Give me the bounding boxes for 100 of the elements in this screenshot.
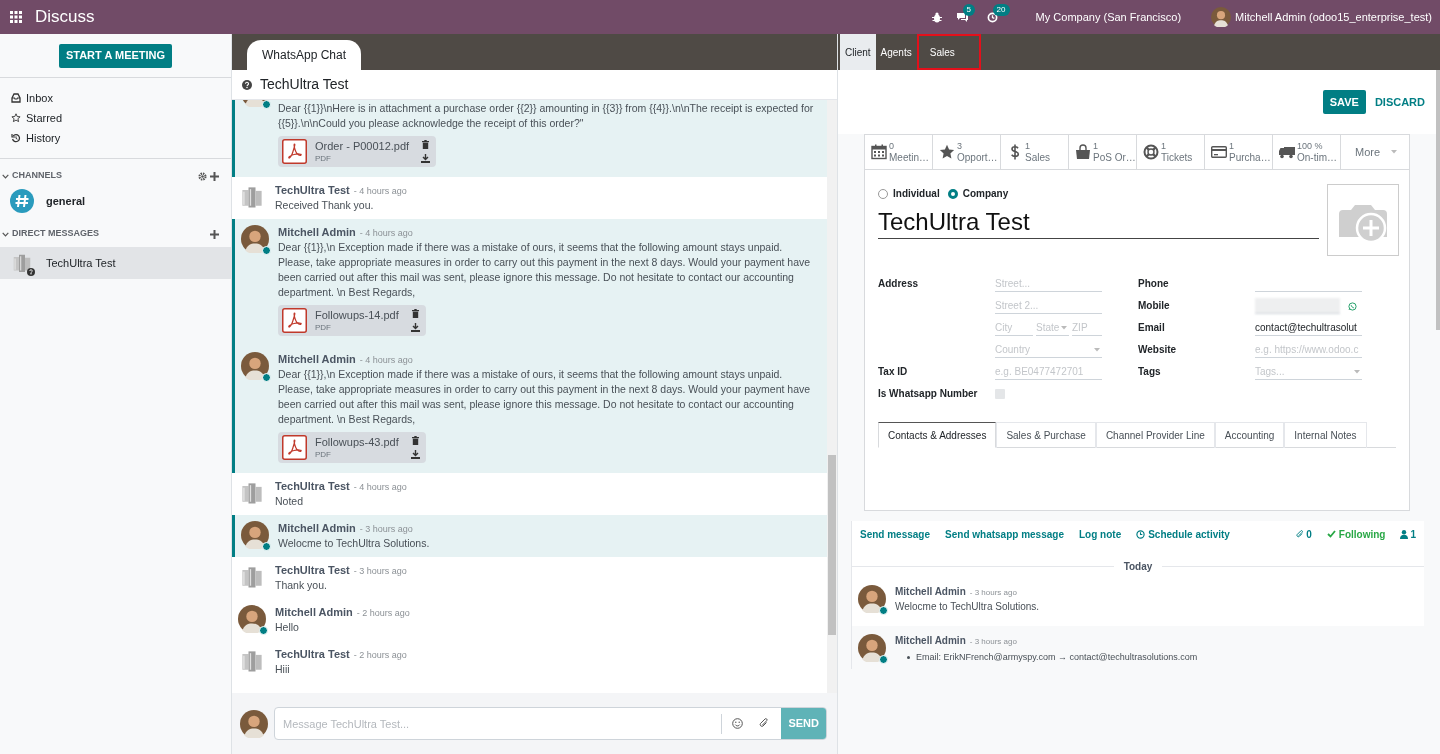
checkbox[interactable] xyxy=(995,389,1005,399)
trash-icon[interactable] xyxy=(411,309,419,318)
input-field[interactable]: ZIP xyxy=(1072,320,1102,335)
stat-value: 1 xyxy=(1093,141,1099,152)
message-time: - 3 hours ago xyxy=(359,523,413,536)
section-header[interactable]: CHANNELS xyxy=(12,169,62,183)
attachment-card[interactable]: Followups-14.pdf PDF xyxy=(278,305,426,336)
stat-label: Tickets xyxy=(1161,152,1193,163)
stat-label: Opport… xyxy=(957,152,998,163)
lifebuoy-icon xyxy=(1143,144,1159,160)
settings-icon[interactable] xyxy=(198,171,207,181)
user-avatar xyxy=(240,709,268,738)
start-meeting-button[interactable]: START A MEETING xyxy=(58,43,173,68)
paperclip-icon[interactable] xyxy=(759,718,770,729)
emoji-icon[interactable] xyxy=(732,718,744,729)
person-icon xyxy=(1400,529,1409,539)
bullet-icon xyxy=(907,655,910,659)
smart-button[interactable]: 100 % On-tim… xyxy=(1273,135,1341,169)
mailbox-item[interactable]: History xyxy=(26,129,61,147)
download-icon[interactable] xyxy=(410,323,420,332)
activity-count-badge: 20 xyxy=(992,3,1010,16)
smart-button[interactable]: 1 Sales xyxy=(1001,135,1069,169)
company-switcher[interactable]: My Company (San Francisco) xyxy=(1035,8,1182,26)
clock-icon xyxy=(1136,529,1146,539)
app-menu-icon[interactable] xyxy=(10,11,22,23)
user-menu[interactable]: Mitchell Admin (odoo15_enterprise_test) xyxy=(1235,8,1432,26)
save-button[interactable]: SAVE xyxy=(1322,90,1366,114)
notebook-tab[interactable]: Channel Provider Line xyxy=(1095,422,1215,448)
scrollbar-thumb[interactable] xyxy=(828,455,836,635)
notebook-tab[interactable]: Internal Notes xyxy=(1284,422,1367,448)
message-time: - 4 hours ago xyxy=(353,185,407,198)
star-icon xyxy=(939,144,955,160)
paperclip-icon xyxy=(1296,529,1305,539)
user-avatar xyxy=(238,605,266,633)
mailbox-item[interactable]: Starred xyxy=(26,109,63,127)
author-name: TechUltra Test xyxy=(275,479,350,493)
mailbox-item[interactable]: Inbox xyxy=(26,89,53,107)
direct-message-item[interactable]: TechUltra Test xyxy=(0,247,231,279)
input-field[interactable]: State xyxy=(1036,320,1069,335)
record-tab[interactable]: Agents xyxy=(875,34,917,70)
input-field[interactable]: e.g. BE0477472701 xyxy=(995,364,1102,379)
field-label: Is Whatsapp Number xyxy=(878,387,979,401)
name-field[interactable]: TechUltra Test xyxy=(878,207,1319,239)
download-icon[interactable] xyxy=(410,450,420,459)
check-icon xyxy=(1326,530,1336,538)
follower-count[interactable]: 1 xyxy=(1410,526,1416,542)
record-tab[interactable]: Sales xyxy=(916,34,981,70)
scrollbar-thumb[interactable] xyxy=(1436,70,1440,330)
input-field[interactable]: Country xyxy=(995,342,1102,357)
message-text: Dear {{1}},\n Exception made if there was a mistake of ours, it seems that the following amount stays unpaid. Please, take appropriate measures in order to carry out this payment in the next 8 days. Would your payment have been carried out after this mail was sent, please ignore this message. Do not hesitate to contact our accounting department. \n Best Regards, xyxy=(278,367,812,427)
input-field[interactable]: Street 2... xyxy=(995,298,1102,313)
chatter-action-link[interactable]: Send message xyxy=(860,526,931,542)
discard-button[interactable]: DISCARD xyxy=(1367,90,1432,114)
trash-icon[interactable] xyxy=(422,140,430,149)
chat-tab[interactable]: WhatsApp Chat xyxy=(247,40,362,70)
smart-button[interactable]: 1 Tickets xyxy=(1137,135,1205,169)
notebook-tab[interactable]: Contacts & Addresses xyxy=(878,422,997,448)
notebook-tab[interactable]: Accounting xyxy=(1214,422,1285,448)
record-tab[interactable]: Client xyxy=(840,34,876,70)
smart-button[interactable]: 1 PoS Or… xyxy=(1069,135,1137,169)
attachment-count[interactable]: 0 xyxy=(1306,526,1312,542)
author-name: TechUltra Test xyxy=(275,647,350,661)
attachment-card[interactable]: Followups-43.pdf PDF xyxy=(278,432,426,463)
chat-icon[interactable] xyxy=(955,11,969,23)
input-field[interactable]: contact@techultrasolut xyxy=(1255,320,1362,335)
smart-button[interactable]: More xyxy=(1341,135,1409,169)
smart-button[interactable]: 1 Purcha… xyxy=(1205,135,1273,169)
trash-icon[interactable] xyxy=(411,436,419,445)
stat-value: 1 xyxy=(1161,141,1167,152)
smart-button[interactable]: 0 Meetin… xyxy=(865,135,933,169)
clock-icon[interactable] xyxy=(986,11,998,23)
truck-icon xyxy=(1279,144,1295,160)
message-time: - 3 hours ago xyxy=(969,636,1017,648)
message-text: Dear {{1}}\nHere is in attachment a purchase order {{2}} amounting in {{3}} from {{4}}.\n\nThe receipt is expected for {{5}}.\n\nCould you please acknowledge the receipt of this order?" xyxy=(278,101,815,131)
section-header[interactable]: DIRECT MESSAGES xyxy=(12,227,99,241)
pdf-file-icon xyxy=(282,435,307,460)
stat-label: Purcha… xyxy=(1229,152,1271,163)
plus-icon[interactable] xyxy=(210,171,219,181)
input-field[interactable]: City xyxy=(995,320,1033,335)
chatter-action-link[interactable]: Schedule activity xyxy=(1148,526,1230,542)
input-field[interactable]: e.g. https://www.odoo.c xyxy=(1255,342,1362,357)
chatter-action-link[interactable]: Log note xyxy=(1079,526,1122,542)
plus-icon[interactable] xyxy=(210,229,219,239)
scrollbar[interactable] xyxy=(827,100,837,693)
bug-icon[interactable] xyxy=(931,11,942,23)
chatter-action-link[interactable]: Send whatsapp message xyxy=(945,526,1064,542)
following-toggle[interactable]: Following xyxy=(1338,526,1386,542)
smart-button[interactable]: 3 Opport… xyxy=(933,135,1001,169)
notebook-tab[interactable]: Sales & Purchase xyxy=(996,422,1096,448)
attachment-card[interactable]: Order - P00012.pdf PDF xyxy=(278,136,437,167)
download-icon[interactable] xyxy=(421,154,431,163)
stat-label: PoS Or… xyxy=(1093,152,1136,163)
stat-label: On-tim… xyxy=(1297,152,1337,163)
radio-label: Company xyxy=(962,187,1009,201)
input-field[interactable]: Street... xyxy=(995,276,1102,291)
attachment-name: Followups-14.pdf xyxy=(315,308,399,322)
radio-button[interactable] xyxy=(947,188,958,199)
whatsapp-icon[interactable] xyxy=(1348,301,1357,311)
message-time: - 2 hours ago xyxy=(356,607,410,620)
channel-item[interactable]: general xyxy=(0,185,231,217)
